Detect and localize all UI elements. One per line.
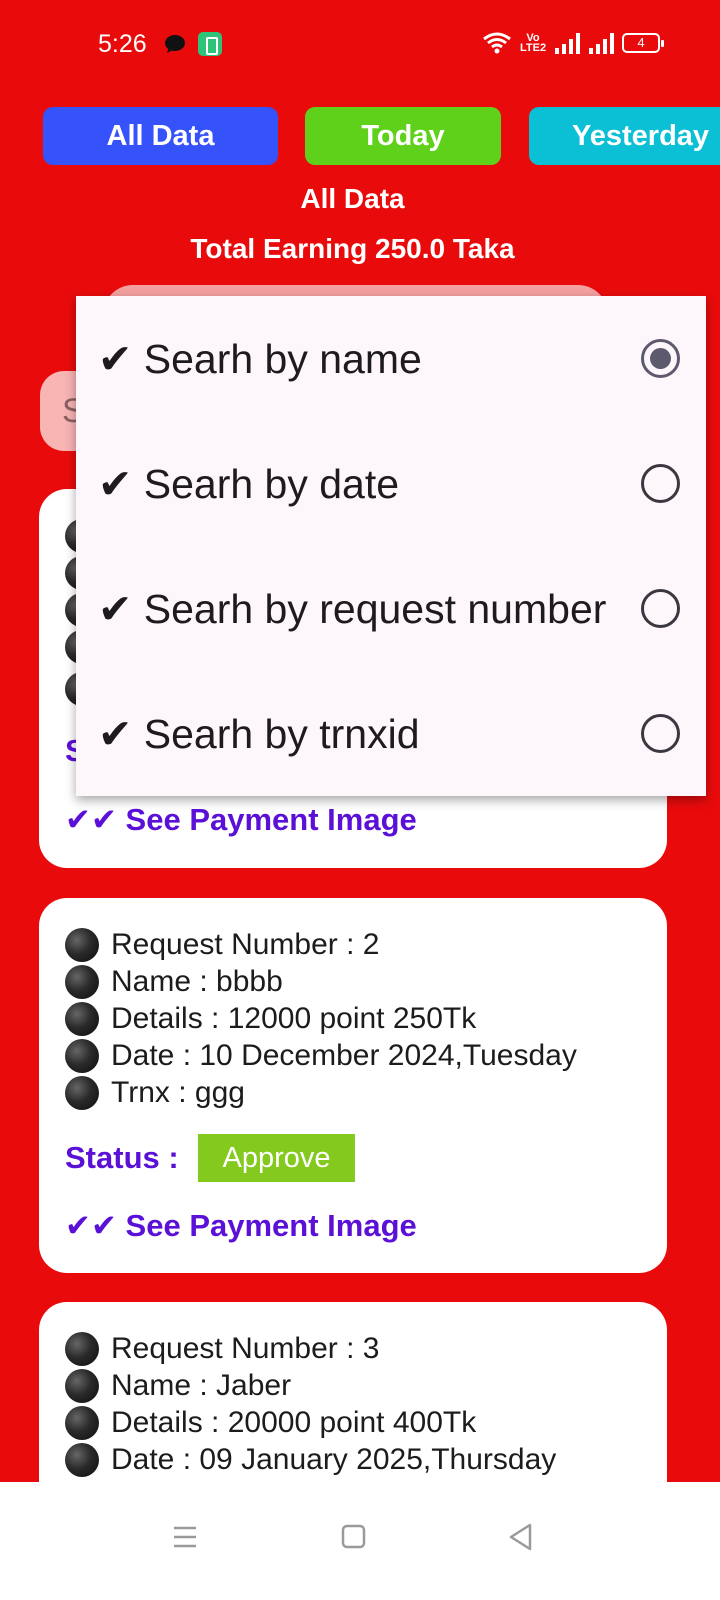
menu-item-label: ✔ Searh by date xyxy=(98,460,400,507)
tab-yesterday[interactable]: Yesterday xyxy=(529,107,720,165)
trnx-text: Trnx : ggg xyxy=(111,1076,245,1109)
radio-unselected-icon[interactable] xyxy=(641,589,680,628)
filter-title: All Data xyxy=(300,183,405,214)
battery-saver-icon xyxy=(198,32,222,56)
radio-selected-icon[interactable] xyxy=(641,339,680,378)
bullet-icon xyxy=(65,1332,99,1366)
radio-unselected-icon[interactable] xyxy=(641,714,680,753)
signal-icon-2 xyxy=(589,33,614,54)
request-number-row: Request Number : 3 xyxy=(65,1332,379,1366)
name-text: Name : Jaber xyxy=(111,1369,292,1402)
bullet-icon xyxy=(65,1076,99,1110)
home-icon[interactable] xyxy=(328,1512,378,1562)
details-text: Details : 12000 point 250Tk xyxy=(111,1002,477,1035)
chat-notification-icon xyxy=(165,35,185,53)
tab-all-data[interactable]: All Data xyxy=(43,107,278,165)
see-payment-image-link[interactable]: ✔✔ See Payment Image xyxy=(65,802,417,838)
search-type-menu: ✔ Searh by name ✔ Searh by date ✔ Searh … xyxy=(76,296,706,796)
name-row: Name : Jaber xyxy=(65,1369,291,1403)
details-row: Details : 20000 point 400Tk xyxy=(65,1406,476,1440)
menu-item-search-by-date[interactable]: ✔ Searh by date xyxy=(76,421,706,546)
request-number-text: Request Number : 2 xyxy=(111,928,380,961)
status-badge[interactable]: Approve xyxy=(198,1134,355,1182)
menu-item-label: ✔ Searh by name xyxy=(98,335,422,382)
radio-unselected-icon[interactable] xyxy=(641,464,680,503)
menu-item-label: ✔ Searh by trnxid xyxy=(98,710,420,757)
trnx-row: Trnx : ggg xyxy=(65,1076,245,1110)
menu-item-label: ✔ Searh by request number xyxy=(98,585,607,632)
bullet-icon xyxy=(65,928,99,962)
navigation-bar xyxy=(0,1482,720,1600)
total-earning: Total Earning 250.0 Taka xyxy=(190,233,515,264)
bullet-icon xyxy=(65,1369,99,1403)
status-bar: 5:26 Vo LTE2 4 xyxy=(0,0,720,90)
details-row: Details : 12000 point 250Tk xyxy=(65,1002,476,1036)
signal-icon xyxy=(555,33,580,54)
details-text: Details : 20000 point 400Tk xyxy=(111,1406,477,1439)
name-row: Name : bbbb xyxy=(65,965,283,999)
tab-today[interactable]: Today xyxy=(305,107,501,165)
date-row: Date : 09 January 2025,Thursday xyxy=(65,1443,556,1477)
bullet-icon xyxy=(65,965,99,999)
date-row: Date : 10 December 2024,Tuesday xyxy=(65,1039,577,1073)
request-number-row: Request Number : 2 xyxy=(65,928,379,962)
back-icon[interactable] xyxy=(496,1512,546,1562)
status-label: Status : xyxy=(65,1140,179,1175)
request-number-text: Request Number : 3 xyxy=(111,1332,380,1365)
date-text: Date : 09 January 2025,Thursday xyxy=(111,1443,557,1476)
menu-item-search-by-request-number[interactable]: ✔ Searh by request number xyxy=(76,546,706,671)
menu-item-search-by-name[interactable]: ✔ Searh by name xyxy=(76,296,706,421)
wifi-icon xyxy=(483,32,511,54)
battery-icon: 4 xyxy=(622,33,664,53)
bullet-icon xyxy=(65,1443,99,1477)
bullet-icon xyxy=(65,1039,99,1073)
request-card: Request Number : 2 Name : bbbb Details :… xyxy=(39,898,667,1273)
volte-indicator: Vo LTE2 xyxy=(520,32,547,54)
bullet-icon xyxy=(65,1002,99,1036)
see-payment-image-link[interactable]: ✔✔ See Payment Image xyxy=(65,1208,417,1244)
status-time: 5:26 xyxy=(98,30,147,58)
menu-icon[interactable] xyxy=(160,1512,210,1562)
bullet-icon xyxy=(65,1406,99,1440)
name-text: Name : bbbb xyxy=(111,965,283,998)
date-text: Date : 10 December 2024,Tuesday xyxy=(111,1039,577,1072)
menu-item-search-by-trnxid[interactable]: ✔ Searh by trnxid xyxy=(76,671,706,796)
